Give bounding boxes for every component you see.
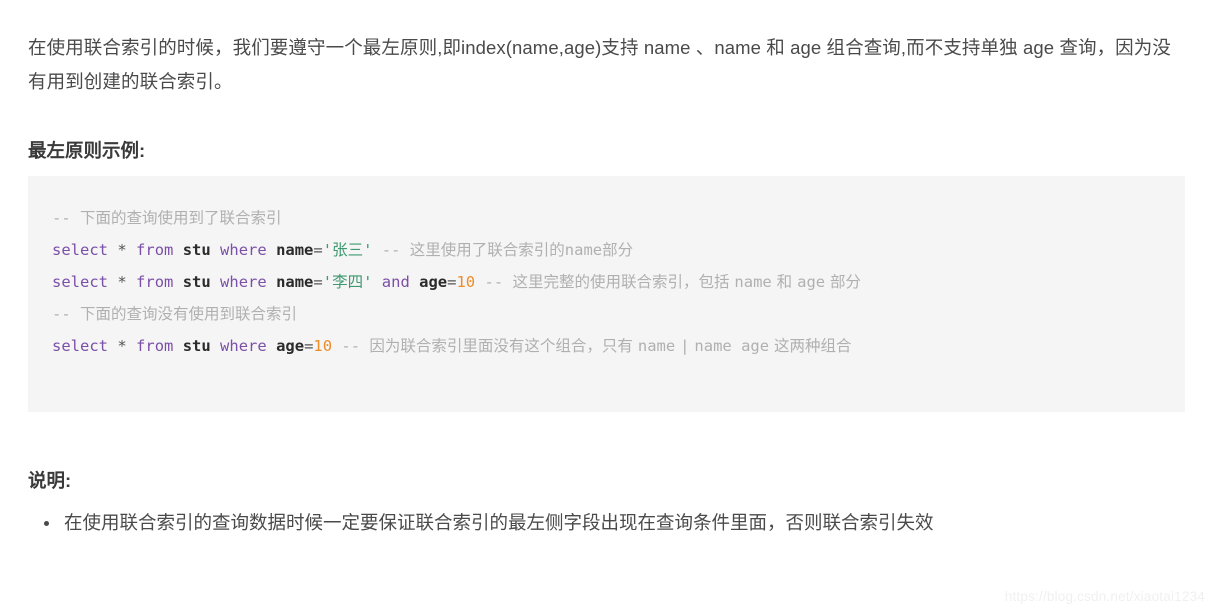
code-token-comment: name (734, 273, 772, 291)
code-token-identifier: age (276, 337, 305, 355)
code-token-string: ' (322, 241, 333, 259)
code-token-comment-cjk: 这两种组合 (769, 337, 852, 355)
code-token-comment-cjk: 部分 (602, 241, 634, 259)
code-token-comment: name (637, 337, 676, 355)
code-token-identifier: stu (182, 337, 211, 355)
code-line: select * from stu where name='李四' and ag… (52, 266, 1185, 298)
code-token-comment: age (797, 273, 826, 291)
heading-leftmost-principle-example: 最左原则示例: (28, 139, 146, 161)
list-item: 在使用联合索引的查询数据时候一定要保证联合索引的最左侧字段出现在查询条件里面，否… (44, 506, 1211, 540)
code-token-comment-cjk: 部分 (825, 273, 862, 291)
code-token-keyword: where (220, 241, 267, 259)
article-page: 在使用联合索引的时候，我们要遵守一个最左原则,即index(name,age)支… (0, 0, 1211, 608)
code-token-identifier: name (276, 273, 314, 291)
code-token-number: 10 (456, 273, 476, 291)
code-token-operator: * (117, 337, 127, 355)
code-line: -- 下面的查询没有使用到联合索引 (52, 298, 1185, 330)
code-token-operator: = (313, 241, 323, 259)
code-token-keyword: where (220, 273, 267, 291)
code-token-identifier: stu (182, 273, 211, 291)
code-token-comment: -- (52, 305, 80, 323)
code-token-string-cjk: 李四 (332, 273, 364, 291)
code-token-operator: * (117, 273, 127, 291)
code-token-identifier: stu (182, 241, 211, 259)
code-token-comment-cjk: 这里完整的使用联合索引，包括 (512, 273, 735, 291)
code-token-operator: * (117, 241, 127, 259)
code-token-keyword: select (52, 337, 108, 355)
code-token-comment: -- (341, 337, 370, 355)
intro-paragraph: 在使用联合索引的时候，我们要遵守一个最左原则,即index(name,age)支… (28, 36, 1171, 92)
code-token-comment: name age (694, 337, 770, 355)
code-token-identifier: name (276, 241, 314, 259)
code-token-string: ' (322, 273, 333, 291)
code-token-keyword: from (136, 337, 174, 355)
code-token-comment-cjk: 因为联合索引里面没有这个组合，只有 (369, 337, 638, 355)
sql-code-block[interactable]: -- 下面的查询使用到了联合索引 select * from stu where … (28, 176, 1185, 412)
code-token-comment: -- (381, 241, 410, 259)
code-token-string-cjk: 张三 (332, 241, 364, 259)
code-token-keyword: from (136, 273, 174, 291)
code-token-keyword: and (381, 273, 410, 291)
code-token-keyword: select (52, 241, 108, 259)
heading-note: 说明: (28, 469, 72, 491)
code-token-operator: = (313, 273, 323, 291)
code-line: select * from stu where name='张三' -- 这里使… (52, 234, 1185, 266)
code-token-comment: name (564, 241, 603, 259)
code-token-comment: -- (52, 209, 80, 227)
code-line: -- 下面的查询使用到了联合索引 (52, 202, 1185, 234)
code-token-identifier: age (419, 273, 448, 291)
code-token-comment: -- (484, 273, 513, 291)
code-token-keyword: from (136, 241, 174, 259)
code-token-number: 10 (313, 337, 333, 355)
code-token-keyword: select (52, 273, 108, 291)
code-token-operator: = (304, 337, 314, 355)
code-token-keyword: where (220, 337, 267, 355)
note-bullet-list: 在使用联合索引的查询数据时候一定要保证联合索引的最左侧字段出现在查询条件里面，否… (28, 506, 1211, 540)
code-token-comment-cjk: 和 (771, 273, 798, 291)
code-token-comment-cjk: 下面的查询使用到了联合索引 (80, 209, 282, 227)
code-token-comment-cjk: 这里使用了联合索引的 (409, 241, 565, 259)
code-token-comment-cjk: 下面的查询没有使用到联合索引 (80, 305, 298, 323)
watermark-url: https://blog.csdn.net/xiaotai1234 (1004, 589, 1205, 604)
code-line: select * from stu where age=10 -- 因为联合索引… (52, 330, 1185, 362)
